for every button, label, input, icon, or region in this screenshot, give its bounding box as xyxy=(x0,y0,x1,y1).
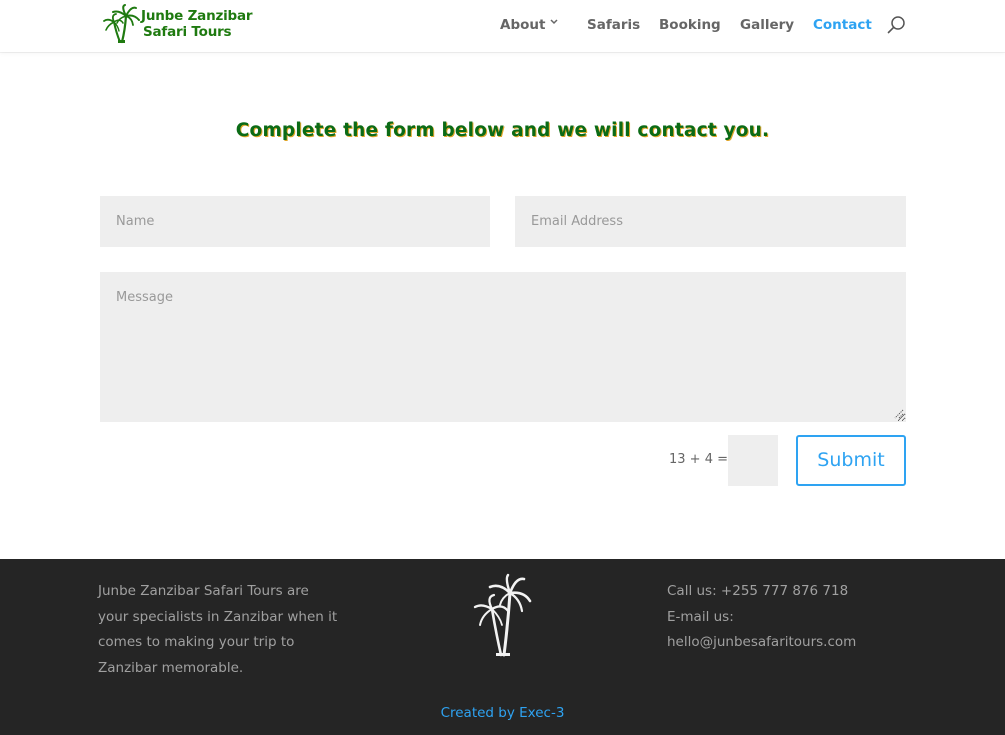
footer-about-text: Junbe Zanzibar Safari Tours are your spe… xyxy=(98,583,338,676)
name-input[interactable] xyxy=(100,196,490,247)
footer-phone: Call us: +255 777 876 718 xyxy=(667,583,849,599)
page-heading: Complete the form below and we will cont… xyxy=(235,120,770,141)
message-textarea[interactable] xyxy=(100,272,906,422)
footer-email-link[interactable]: hello@junbesafaritours.com xyxy=(667,630,927,656)
credit-link[interactable]: Created by Exec-3 xyxy=(441,705,565,721)
submit-button[interactable]: Submit xyxy=(796,435,906,486)
site-header: Junbe Zanzibar Safari Tours About Safari… xyxy=(0,0,1005,52)
captcha-input[interactable] xyxy=(728,435,778,486)
palm-trees-icon xyxy=(473,573,532,657)
nav-about[interactable]: About xyxy=(500,16,545,34)
main-nav: About Safaris Booking Gallery Contact xyxy=(0,0,1005,52)
nav-gallery[interactable]: Gallery xyxy=(740,16,794,34)
nav-contact[interactable]: Contact xyxy=(813,16,872,34)
email-input[interactable] xyxy=(515,196,906,247)
footer-contact: Call us: +255 777 876 718 E-mail us: hel… xyxy=(667,579,927,656)
captcha-question: 13 + 4 = xyxy=(669,452,728,467)
footer-credit: Created by Exec-3 xyxy=(0,705,1005,721)
nav-booking[interactable]: Booking xyxy=(659,16,721,34)
footer-email-label: E-mail us: xyxy=(667,608,734,625)
nav-safaris[interactable]: Safaris xyxy=(587,16,640,34)
search-icon[interactable] xyxy=(886,15,906,35)
chevron-down-icon[interactable] xyxy=(550,17,558,28)
site-footer: Junbe Zanzibar Safari Tours are your spe… xyxy=(0,559,1005,735)
